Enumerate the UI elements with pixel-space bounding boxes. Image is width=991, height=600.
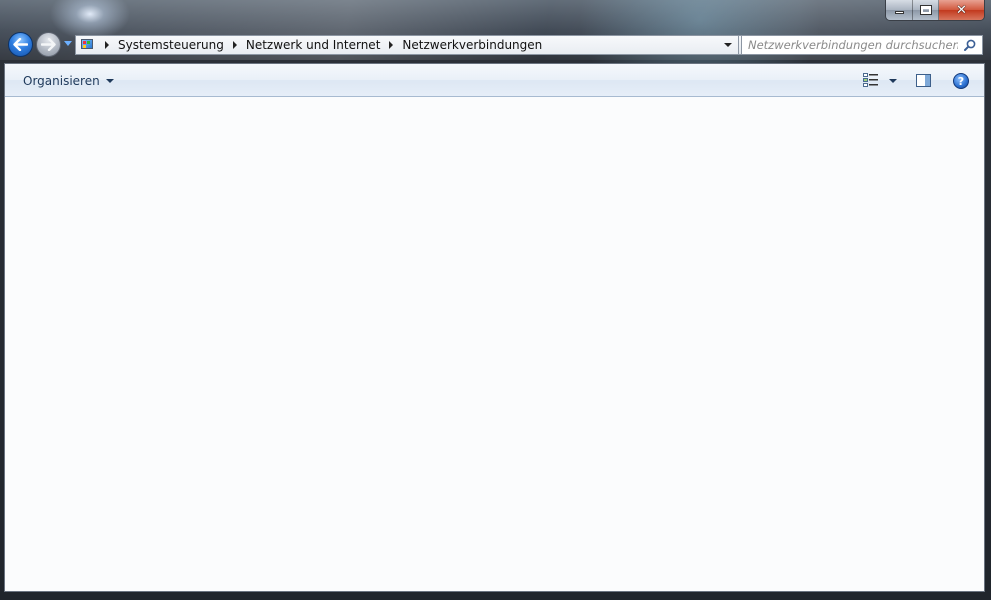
search-input[interactable] (748, 38, 958, 52)
breadcrumb-separator-icon[interactable] (389, 41, 394, 49)
command-bar: Organisieren ? (5, 64, 984, 97)
minimize-icon (894, 11, 904, 14)
navigation-bar: Systemsteuerung Netzwerk und Internet Ne… (8, 32, 983, 58)
organize-button[interactable]: Organisieren (23, 74, 114, 88)
maximize-button[interactable] (913, 0, 939, 20)
view-options-dropdown-icon[interactable] (889, 79, 897, 83)
close-button[interactable]: ✕ (939, 0, 984, 20)
forward-button[interactable] (36, 32, 61, 57)
explorer-client-area: Organisieren ? (4, 63, 985, 592)
preview-pane-icon[interactable] (916, 74, 931, 87)
back-button[interactable] (8, 32, 33, 57)
maximize-icon (919, 5, 932, 15)
search-icon[interactable] (964, 39, 976, 51)
breadcrumb-netzwerk-und-internet[interactable]: Netzwerk und Internet (246, 38, 381, 52)
minimize-button[interactable] (886, 0, 913, 20)
chevron-down-icon (105, 79, 114, 83)
forward-arrow-icon (41, 38, 56, 51)
network-connections-list[interactable] (5, 97, 984, 591)
search-box (741, 35, 983, 55)
breadcrumb-systemsteuerung[interactable]: Systemsteuerung (118, 38, 224, 52)
control-panel-icon (80, 38, 96, 52)
back-arrow-icon (13, 38, 28, 51)
breadcrumb-netzwerkverbindungen[interactable]: Netzwerkverbindungen (402, 38, 542, 52)
organize-label: Organisieren (23, 74, 100, 88)
breadcrumb-separator-icon[interactable] (105, 41, 109, 49)
view-options-icon[interactable] (863, 73, 879, 87)
recent-pages-dropdown[interactable] (64, 41, 72, 46)
close-icon: ✕ (956, 2, 967, 18)
address-bar[interactable]: Systemsteuerung Netzwerk und Internet Ne… (75, 35, 739, 55)
address-history-dropdown-icon[interactable] (724, 43, 732, 47)
caption-buttons: ✕ (885, 0, 985, 21)
help-icon[interactable]: ? (953, 73, 969, 89)
breadcrumb-separator-icon[interactable] (232, 41, 237, 49)
